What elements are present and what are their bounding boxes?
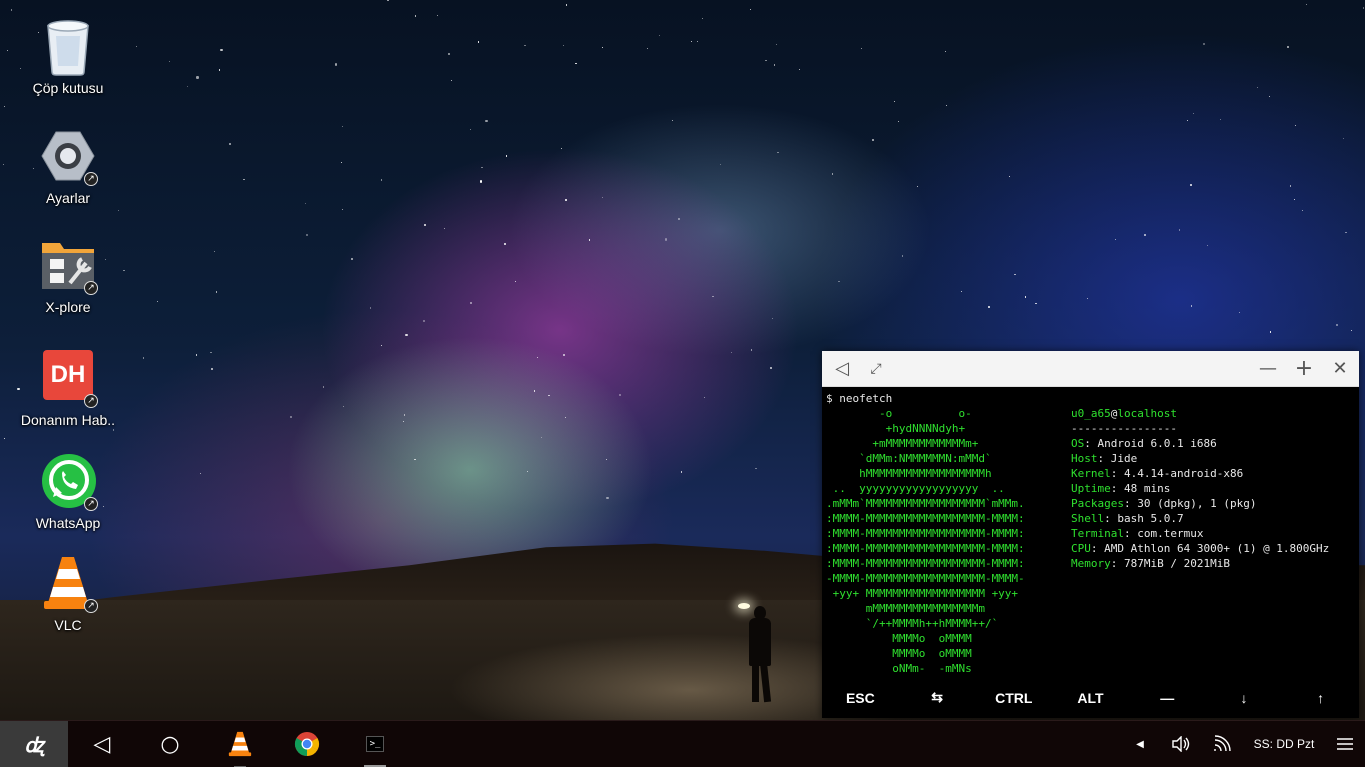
extra-key-button[interactable]: ESC xyxy=(822,690,899,706)
shortcut-arrow-icon: ↗ xyxy=(84,281,98,295)
start-menu-button[interactable]: ꭦ xyxy=(0,721,68,767)
folder-tools-icon: ↗ xyxy=(40,237,98,295)
info-line: Host: Jide xyxy=(1071,452,1138,465)
info-line: OS: Android 6.0.1 i686 xyxy=(1071,437,1217,450)
ascii-art-line: MMMMo oMMMM xyxy=(826,632,972,645)
extra-key-button[interactable]: — xyxy=(1129,690,1206,706)
desktop-icon-label: Ayarlar xyxy=(45,190,91,206)
vlc-cone-icon: ↗ xyxy=(40,555,98,613)
ascii-art-line: hMMMMMMMMMMMMMMMMMMh xyxy=(826,467,992,480)
maximize-button[interactable]: + xyxy=(1286,351,1322,387)
info-line: Shell: bash 5.0.7 xyxy=(1071,512,1184,525)
person-silhouette xyxy=(746,606,776,706)
info-line: Kernel: 4.4.14-android-x86 xyxy=(1071,467,1244,480)
desktop-icon-trash[interactable]: Çöp kutusu xyxy=(8,18,128,96)
extra-key-button[interactable]: ⇆ xyxy=(899,689,976,706)
ascii-art-line: .. yyyyyyyyyyyyyyyyyy .. xyxy=(826,482,1005,495)
desktop-icon-whatsapp[interactable]: ↗ WhatsApp xyxy=(8,453,128,531)
extra-key-button[interactable]: ↑ xyxy=(1282,690,1359,706)
ascii-art-line: oNMm- -mMNs xyxy=(826,662,972,675)
ascii-art-line: :MMMM-MMMMMMMMMMMMMMMMMM-MMMM: xyxy=(826,512,1025,525)
settings-gear-icon: ↗ xyxy=(40,128,98,186)
clock[interactable]: SS: DD Pzt xyxy=(1246,721,1322,767)
notifications-menu-icon[interactable] xyxy=(1332,721,1358,767)
ascii-art-line: MMMMo oMMMM xyxy=(826,647,972,660)
chrome-icon xyxy=(294,732,320,756)
shortcut-arrow-icon: ↗ xyxy=(84,172,98,186)
ascii-art-line: .mMMm`MMMMMMMMMMMMMMMMMM`mMMm. xyxy=(826,497,1025,510)
info-line: Memory: 787MiB / 2021MiB xyxy=(1071,557,1230,570)
minimize-button[interactable]: — xyxy=(1250,351,1286,387)
info-line: Terminal: com.termux xyxy=(1071,527,1204,540)
desktop-icon-vlc[interactable]: ↗ VLC xyxy=(8,555,128,633)
volume-icon[interactable] xyxy=(1168,721,1194,767)
desktop-icon-donanimhaber[interactable]: DH ↗ Donanım Hab.. xyxy=(8,347,128,428)
ascii-art-line: :MMMM-MMMMMMMMMMMMMMMMMM-MMMM: xyxy=(826,557,1025,570)
ascii-art-line: `dMMm:NMMMMMMN:mMMd` xyxy=(826,452,992,465)
whatsapp-icon: ↗ xyxy=(40,453,98,511)
trash-icon xyxy=(40,18,96,76)
terminal-icon: >_ xyxy=(366,736,384,752)
neofetch-ascii-logo: -o o- +hydNNNNdyh+ +mMMMMMMMMMMMMm+ `dMM… xyxy=(826,406,1025,676)
shortcut-arrow-icon: ↗ xyxy=(84,599,98,613)
desktop-icon-label: Donanım Hab.. xyxy=(20,412,116,428)
close-button[interactable]: ✕ xyxy=(1322,351,1358,387)
desktop-icon-label: Çöp kutusu xyxy=(32,80,104,96)
nav-back-button[interactable]: ◁ xyxy=(80,721,124,767)
dh-logo-icon: DH ↗ xyxy=(40,350,98,408)
network-icon[interactable] xyxy=(1210,721,1234,767)
userhost-line: u0_a65@localhost xyxy=(1071,407,1177,420)
separator-line: ---------------- xyxy=(1071,422,1177,435)
taskbar-termux-button[interactable]: >_ xyxy=(354,721,396,767)
extra-key-button[interactable]: ↓ xyxy=(1206,690,1283,706)
taskbar: ꭦ ◁ ○ >_ ◀ SS: DD Pzt xyxy=(0,720,1365,767)
window-titlebar[interactable]: ◁ ⤢ — + ✕ xyxy=(822,351,1359,387)
taskbar-chrome-button[interactable] xyxy=(285,721,329,767)
ascii-art-line: +mMMMMMMMMMMMMm+ xyxy=(826,437,979,450)
ascii-art-line: +yy+ MMMMMMMMMMMMMMMMMM +yy+ xyxy=(826,587,1019,600)
nav-home-button[interactable]: ○ xyxy=(148,721,192,767)
ascii-art-line: mMMMMMMMMMMMMMMMMm xyxy=(826,602,985,615)
command-prompt: $ neofetch xyxy=(826,392,893,405)
neofetch-info: u0_a65@localhost ---------------- OS: An… xyxy=(1071,406,1329,571)
taskbar-vlc-button[interactable] xyxy=(218,721,262,767)
terminal-output[interactable]: $ neofetch -o o- +hydNNNNdyh+ +mMMMMMMMM… xyxy=(822,387,1359,677)
vlc-cone-icon xyxy=(228,731,252,757)
desktop-icon-xplore[interactable]: ↗ X-plore xyxy=(8,237,128,315)
ascii-art-line: -o o- xyxy=(826,407,972,420)
extra-key-button[interactable]: ALT xyxy=(1052,690,1129,706)
ascii-art-line: -MMMM-MMMMMMMMMMMMMMMMMM-MMMM- xyxy=(826,572,1025,585)
restore-window-icon[interactable]: ⤢ xyxy=(858,351,894,387)
termux-window[interactable]: ◁ ⤢ — + ✕ $ neofetch -o o- +hydNNNNdyh+ … xyxy=(822,351,1359,718)
info-line: Uptime: 48 mins xyxy=(1071,482,1171,495)
back-icon[interactable]: ◁ xyxy=(824,351,860,387)
tray-expand-icon[interactable]: ◀ xyxy=(1130,721,1150,767)
ascii-art-line: :MMMM-MMMMMMMMMMMMMMMMMM-MMMM: xyxy=(826,542,1025,555)
desktop-icon-label: VLC xyxy=(54,617,82,633)
extra-key-button[interactable]: CTRL xyxy=(975,690,1052,706)
shortcut-arrow-icon: ↗ xyxy=(84,394,98,408)
shortcut-arrow-icon: ↗ xyxy=(84,497,98,511)
ascii-art-line: +hydNNNNdyh+ xyxy=(826,422,966,435)
desktop-icon-settings[interactable]: ↗ Ayarlar xyxy=(8,128,128,206)
ascii-art-line: `/++MMMMh++hMMMM++/` xyxy=(826,617,999,630)
desktop-icon-label: X-plore xyxy=(45,299,91,315)
info-line: Packages: 30 (dpkg), 1 (pkg) xyxy=(1071,497,1257,510)
extra-keys-row: ESC ⇆ CTRL ALT — ↓ ↑ xyxy=(822,677,1359,718)
desktop-icon-label: WhatsApp xyxy=(35,515,101,531)
info-line: CPU: AMD Athlon 64 3000+ (1) @ 1.800GHz xyxy=(1071,542,1330,555)
ascii-art-line: :MMMM-MMMMMMMMMMMMMMMMMM-MMMM: xyxy=(826,527,1025,540)
